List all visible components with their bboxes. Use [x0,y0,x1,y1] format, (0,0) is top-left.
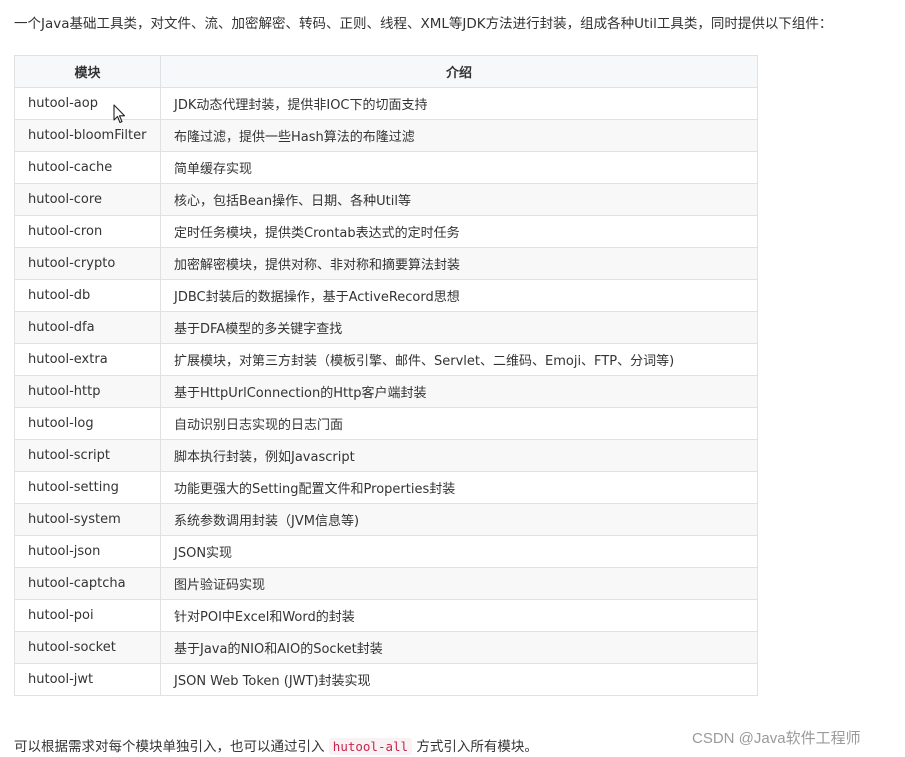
module-description-cell: 功能更强大的Setting配置文件和Properties封装 [160,471,758,504]
module-description-cell: 自动识别日志实现的日志门面 [160,407,758,440]
table-row: hutool-http 基于HttpUrlConnection的Http客户端封装 [14,375,758,408]
module-name-cell: hutool-dfa [14,311,161,344]
module-description-cell: 布隆过滤，提供一些Hash算法的布隆过滤 [160,119,758,152]
module-description-cell: 核心，包括Bean操作、日期、各种Util等 [160,183,758,216]
module-name-cell: hutool-log [14,407,161,440]
table-row: hutool-bloomFilter 布隆过滤，提供一些Hash算法的布隆过滤 [14,119,758,152]
module-name-cell: hutool-bloomFilter [14,119,161,152]
mouse-cursor-icon [113,104,126,124]
module-description-cell: 加密解密模块，提供对称、非对称和摘要算法封装 [160,247,758,280]
table-row: hutool-dfa 基于DFA模型的多关键字查找 [14,311,758,344]
module-description-cell: 脚本执行封装，例如Javascript [160,439,758,472]
module-name-cell: hutool-script [14,439,161,472]
table-row: hutool-extra 扩展模块，对第三方封装（模板引擎、邮件、Servlet、… [14,343,758,376]
module-name-cell: hutool-core [14,183,161,216]
module-description-cell: 基于DFA模型的多关键字查找 [160,311,758,344]
column-header-description: 介绍 [160,55,758,88]
module-name-cell: hutool-captcha [14,567,161,600]
module-name-cell: hutool-cron [14,215,161,248]
module-description-cell: 针对POI中Excel和Word的封装 [160,599,758,632]
module-name-cell: hutool-extra [14,343,161,376]
module-description-cell: 定时任务模块，提供类Crontab表达式的定时任务 [160,215,758,248]
outro-text-after: 方式引入所有模块。 [416,739,538,755]
module-name-cell: hutool-setting [14,471,161,504]
table-row: hutool-setting 功能更强大的Setting配置文件和Properti… [14,471,758,504]
module-name-cell: hutool-socket [14,631,161,664]
table-row: hutool-script 脚本执行封装，例如Javascript [14,439,758,472]
table-row: hutool-cron 定时任务模块，提供类Crontab表达式的定时任务 [14,215,758,248]
module-name-cell: hutool-cache [14,151,161,184]
module-name-cell: hutool-jwt [14,663,161,696]
intro-paragraph: 一个Java基础工具类，对文件、流、加密解密、转码、正则、线程、XML等JDK方… [14,16,833,32]
column-header-module: 模块 [14,55,161,88]
table-body: hutool-aop JDK动态代理封装，提供非IOC下的切面支持 hutool-b… [14,87,758,696]
table-row: hutool-json JSON实现 [14,535,758,568]
module-description-cell: 基于HttpUrlConnection的Http客户端封装 [160,375,758,408]
table-row: hutool-socket 基于Java的NIO和AIO的Socket封装 [14,631,758,664]
csdn-watermark: CSDN @Java软件工程师 [692,730,861,747]
module-description-cell: JSON实现 [160,535,758,568]
module-description-cell: JSON Web Token (JWT)封装实现 [160,663,758,696]
table-row: hutool-system 系统参数调用封装（JVM信息等) [14,503,758,536]
table-row: hutool-cache 简单缓存实现 [14,151,758,184]
table-row: hutool-core 核心，包括Bean操作、日期、各种Util等 [14,183,758,216]
table-row: hutool-log 自动识别日志实现的日志门面 [14,407,758,440]
table-row: hutool-captcha 图片验证码实现 [14,567,758,600]
module-description-cell: 图片验证码实现 [160,567,758,600]
module-description-cell: JDBC封装后的数据操作，基于ActiveRecord思想 [160,279,758,312]
module-name-cell: hutool-poi [14,599,161,632]
modules-table: 模块 介绍 hutool-aop JDK动态代理封装，提供非IOC下的切面支持 hu… [14,55,758,696]
outro-paragraph: 可以根据需求对每个模块单独引入，也可以通过引入 hutool-all 方式引入所… [14,737,538,757]
modules-table-container: 模块 介绍 hutool-aop JDK动态代理封装，提供非IOC下的切面支持 hu… [14,55,758,696]
module-description-cell: 基于Java的NIO和AIO的Socket封装 [160,631,758,664]
module-description-cell: JDK动态代理封装，提供非IOC下的切面支持 [160,87,758,120]
module-name-cell: hutool-system [14,503,161,536]
module-name-cell: hutool-crypto [14,247,161,280]
inline-code: hutool-all [328,738,413,755]
table-row: hutool-db JDBC封装后的数据操作，基于ActiveRecord思想 [14,279,758,312]
module-name-cell: hutool-db [14,279,161,312]
module-name-cell: hutool-aop [14,87,161,120]
table-row: hutool-crypto 加密解密模块，提供对称、非对称和摘要算法封装 [14,247,758,280]
module-description-cell: 系统参数调用封装（JVM信息等) [160,503,758,536]
outro-text-before: 可以根据需求对每个模块单独引入，也可以通过引入 [14,739,325,755]
module-name-cell: hutool-json [14,535,161,568]
module-name-cell: hutool-http [14,375,161,408]
table-row: hutool-poi 针对POI中Excel和Word的封装 [14,599,758,632]
module-description-cell: 扩展模块，对第三方封装（模板引擎、邮件、Servlet、二维码、Emoji、FT… [160,343,758,376]
module-description-cell: 简单缓存实现 [160,151,758,184]
table-row: hutool-jwt JSON Web Token (JWT)封装实现 [14,663,758,696]
table-header-row: 模块 介绍 [14,55,758,88]
